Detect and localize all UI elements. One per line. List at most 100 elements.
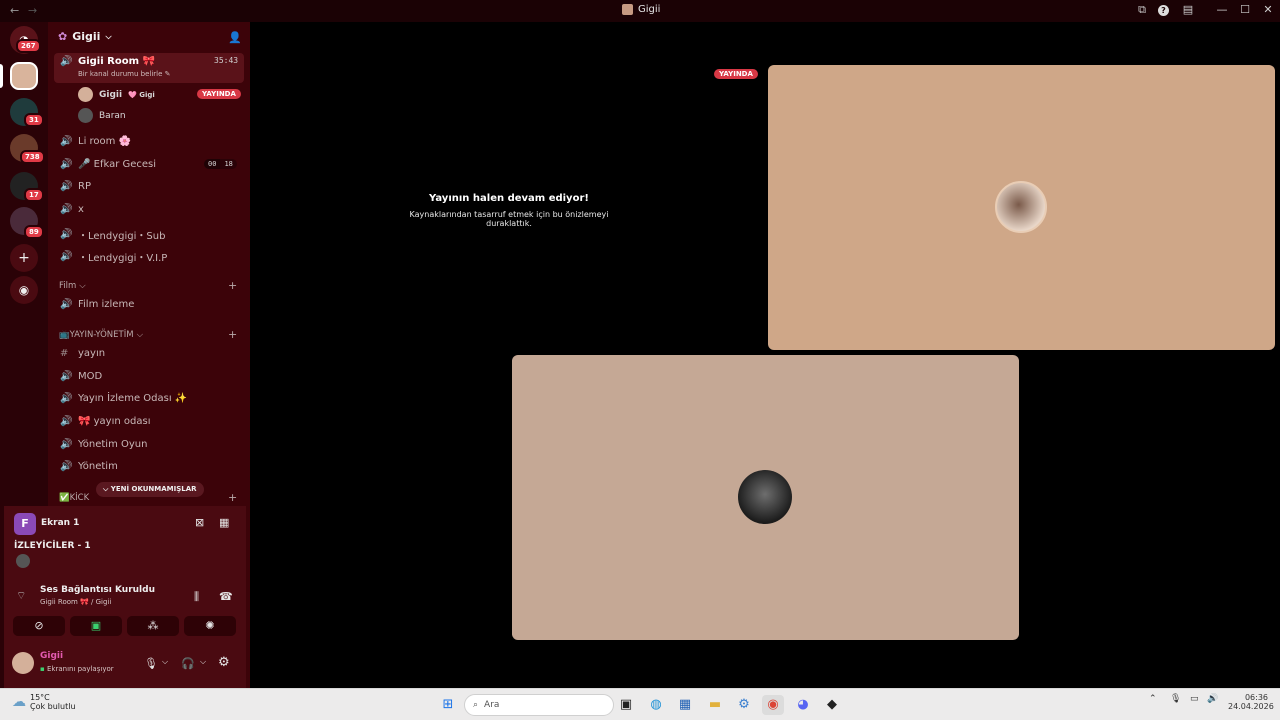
- count-limit: 18: [220, 159, 237, 169]
- forward-button[interactable]: →: [28, 4, 37, 17]
- channel-status-text: Bir kanal durumu belirle: [78, 70, 163, 78]
- close-button[interactable]: ✕: [1260, 3, 1276, 16]
- file-explorer-icon[interactable]: ▬: [704, 695, 726, 715]
- channel-yayin-izleme[interactable]: 🔊 Yayın İzleme Odası ✨: [60, 393, 187, 404]
- network-icon[interactable]: ▭: [1190, 694, 1199, 704]
- add-server-icon[interactable]: +: [10, 244, 38, 272]
- channel-rp[interactable]: 🔊 RP: [60, 181, 91, 192]
- add-channel-icon[interactable]: +: [228, 491, 237, 504]
- viewer-avatar[interactable]: [16, 554, 30, 568]
- voice-user-gigii[interactable]: Gigii 🩷 Gigi: [78, 87, 155, 102]
- headphones-icon[interactable]: 🎧: [181, 657, 195, 670]
- stream-tile-baran[interactable]: [512, 355, 1019, 640]
- user-tag: 🩷 Gigi: [128, 90, 155, 99]
- microphone-icon[interactable]: 🎙: [144, 657, 158, 670]
- screen-share-button[interactable]: ▣: [70, 616, 122, 636]
- server-gigii[interactable]: [10, 62, 38, 90]
- speaker-icon: 🔊: [60, 251, 73, 262]
- discord-icon[interactable]: ◕: [792, 695, 814, 715]
- activities-button[interactable]: ⁂: [127, 616, 179, 636]
- channel-mod[interactable]: 🔊 MOD: [60, 371, 102, 382]
- speaker-icon: 🔊: [60, 393, 73, 404]
- channel-li-room[interactable]: 🔊 Li room 🌸: [60, 136, 131, 147]
- help-icon[interactable]: ?: [1158, 5, 1169, 16]
- maximize-button[interactable]: ☐: [1237, 3, 1253, 16]
- category-kick[interactable]: ✅KİCK: [59, 493, 89, 503]
- channel-gigii-room[interactable]: 🔊 Gigii Room 🎀: [60, 56, 155, 67]
- chrome-icon[interactable]: ◉: [762, 695, 784, 715]
- speaker-icon: 🔊: [60, 461, 73, 472]
- screen-share-icon[interactable]: ⧉: [1134, 3, 1150, 17]
- add-channel-icon[interactable]: +: [228, 328, 237, 341]
- channel-yonetim-oyun[interactable]: 🔊 Yönetim Oyun: [60, 439, 147, 450]
- category-label: Film: [59, 281, 77, 291]
- search-icon: ⌕: [473, 700, 479, 710]
- store-icon[interactable]: ▦: [674, 695, 696, 715]
- soundboard-button[interactable]: ✺: [184, 616, 236, 636]
- new-unreads-button[interactable]: ⌵ YENİ OKUNMAMIŞLAR: [96, 482, 204, 497]
- chevron-down-icon[interactable]: ⌵: [162, 657, 168, 667]
- hash-icon: #: [60, 348, 69, 359]
- stream-settings-icon[interactable]: ▦: [219, 516, 229, 529]
- channel-x[interactable]: 🔊 x: [60, 204, 84, 215]
- noise-suppression-icon[interactable]: ⫼: [194, 590, 199, 604]
- camera-off-button[interactable]: ⊘: [13, 616, 65, 636]
- speaker-icon: 🔊: [60, 439, 73, 450]
- back-button[interactable]: ←: [10, 4, 19, 17]
- server-badge-2: 738: [20, 150, 45, 164]
- avatar: [78, 108, 93, 123]
- disconnect-icon[interactable]: ☎: [219, 590, 233, 603]
- speaker-icon: 🔊: [60, 204, 73, 215]
- clock[interactable]: 06:36 24.04.2026: [1228, 693, 1274, 711]
- settings-app-icon[interactable]: ⚙: [733, 695, 755, 715]
- invite-icon[interactable]: 👤: [228, 31, 242, 44]
- channel-yayin-odasi[interactable]: 🔊 🎀 yayın odası: [60, 416, 150, 427]
- channel-lendygigi-sub[interactable]: 🔊 ・Lendygigi・Sub: [60, 227, 165, 242]
- participant-avatar: [738, 470, 792, 524]
- chevron-down-icon: ⌵: [105, 31, 112, 41]
- search-box[interactable]: ⌕ Ara: [464, 694, 614, 716]
- stream-tile-gigii[interactable]: YAYINDA: [714, 65, 1275, 350]
- volume-icon[interactable]: 🔊: [1207, 694, 1218, 704]
- user-name: Gigii: [99, 89, 123, 100]
- chevron-down-icon[interactable]: ⌵: [200, 657, 206, 667]
- channel-status[interactable]: Bir kanal durumu belirle ✎: [78, 70, 171, 78]
- signal-icon[interactable]: ⌔: [16, 589, 26, 603]
- voice-location[interactable]: Gigii Room 🎀 / Gigii: [40, 598, 111, 606]
- user-avatar[interactable]: [12, 652, 34, 674]
- channel-yonetim[interactable]: 🔊 Yönetim: [60, 461, 118, 472]
- flower-icon: ✿: [58, 30, 68, 43]
- channel-efkar-gecesi[interactable]: 🔊 🎤 Efkar Gecesi: [60, 159, 156, 170]
- speaker-icon: 🔊: [60, 299, 73, 310]
- clock-date: 24.04.2026: [1228, 702, 1274, 711]
- channel-name: x: [78, 204, 84, 215]
- speaker-icon: 🔊: [60, 56, 73, 67]
- search-placeholder: Ara: [484, 700, 500, 710]
- voice-user-baran[interactable]: Baran: [78, 108, 126, 123]
- channel-yayin[interactable]: # yayın: [60, 348, 105, 359]
- speaker-icon: 🔊: [60, 229, 73, 240]
- stop-stream-icon[interactable]: ⊠: [195, 516, 204, 529]
- channel-lendygigi-vip[interactable]: 🔊 ・Lendygigi・V.I.P: [60, 249, 167, 264]
- unread-label: YENİ OKUNMAMIŞLAR: [110, 485, 197, 493]
- category-yayin-yonetim[interactable]: 📺YAYIN-YÖNETİM ⌵: [59, 330, 143, 340]
- task-view-icon[interactable]: ▣: [615, 695, 637, 715]
- category-film[interactable]: Film ⌵: [59, 281, 86, 291]
- add-channel-icon[interactable]: +: [228, 279, 237, 292]
- channel-name: ・Lendygigi・V.I.P: [78, 253, 168, 264]
- settings-gear-icon[interactable]: ⚙: [218, 655, 230, 670]
- channel-film-izleme[interactable]: 🔊 Film izleme: [60, 299, 134, 310]
- app-icon[interactable]: ◆: [821, 695, 843, 715]
- discover-icon[interactable]: ◉: [10, 276, 38, 304]
- start-icon[interactable]: ⊞: [437, 695, 459, 715]
- channel-name: MOD: [78, 371, 103, 382]
- channel-name: Yönetim: [78, 461, 118, 472]
- edge-icon[interactable]: ◍: [645, 695, 667, 715]
- tray-chevron-icon[interactable]: ⌃: [1149, 694, 1157, 704]
- server-header[interactable]: ✿ Gigii ⌵: [58, 30, 112, 43]
- minimize-button[interactable]: —: [1214, 3, 1230, 16]
- chevron-down-icon: ⌵: [79, 281, 86, 291]
- inbox-icon[interactable]: ▤: [1180, 3, 1196, 16]
- weather-widget[interactable]: ☁ 15°C Çok bulutlu: [12, 693, 76, 711]
- microphone-tray-icon[interactable]: 🎙: [1170, 694, 1181, 704]
